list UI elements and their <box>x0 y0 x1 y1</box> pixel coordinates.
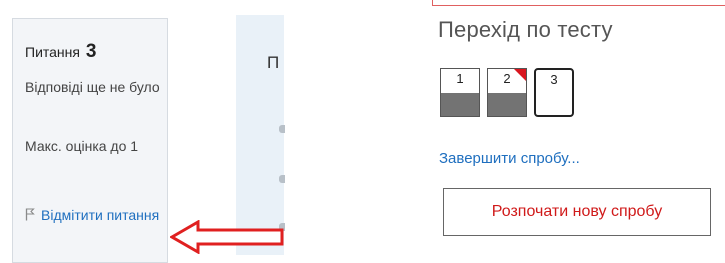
quiz-nav-button-3[interactable]: 3 <box>534 68 574 117</box>
quiz-navigation-buttons: 1 2 3 <box>440 68 574 117</box>
start-new-attempt-button[interactable]: Розпочати нову спробу <box>443 188 711 236</box>
quiz-nav-button-label: 1 <box>456 71 464 86</box>
quiz-nav-button-1[interactable]: 1 <box>440 68 480 117</box>
flag-question-link[interactable]: Відмітити питання <box>25 205 165 225</box>
flag-icon <box>25 208 35 221</box>
quiz-navigation-title: Перехід по тесту <box>438 17 613 42</box>
question-info-panel: Питання 3 Відповіді ще не було Макс. оці… <box>12 18 168 263</box>
flagged-corner-icon <box>514 69 526 81</box>
finish-attempt-link[interactable]: Завершити спробу... <box>439 150 580 167</box>
annotation-arrow <box>170 220 284 254</box>
question-text-fragment: П <box>267 53 280 72</box>
flag-question-label: Відмітити питання <box>41 207 160 223</box>
question-title: Питання 3 <box>25 41 96 63</box>
question-state: Відповіді ще не було <box>25 79 160 95</box>
answered-indicator <box>441 92 479 116</box>
top-bordered-box <box>432 0 725 6</box>
question-label: Питання <box>25 44 80 60</box>
answer-option-marker <box>279 125 285 133</box>
answer-option-marker <box>279 175 285 183</box>
answered-indicator <box>488 92 526 116</box>
quiz-nav-button-2[interactable]: 2 <box>487 68 527 117</box>
question-number: 3 <box>85 41 97 62</box>
quiz-nav-button-label: 3 <box>550 72 558 87</box>
question-grade: Макс. оцінка до 1 <box>25 138 139 154</box>
question-content-panel: П <box>236 15 285 255</box>
